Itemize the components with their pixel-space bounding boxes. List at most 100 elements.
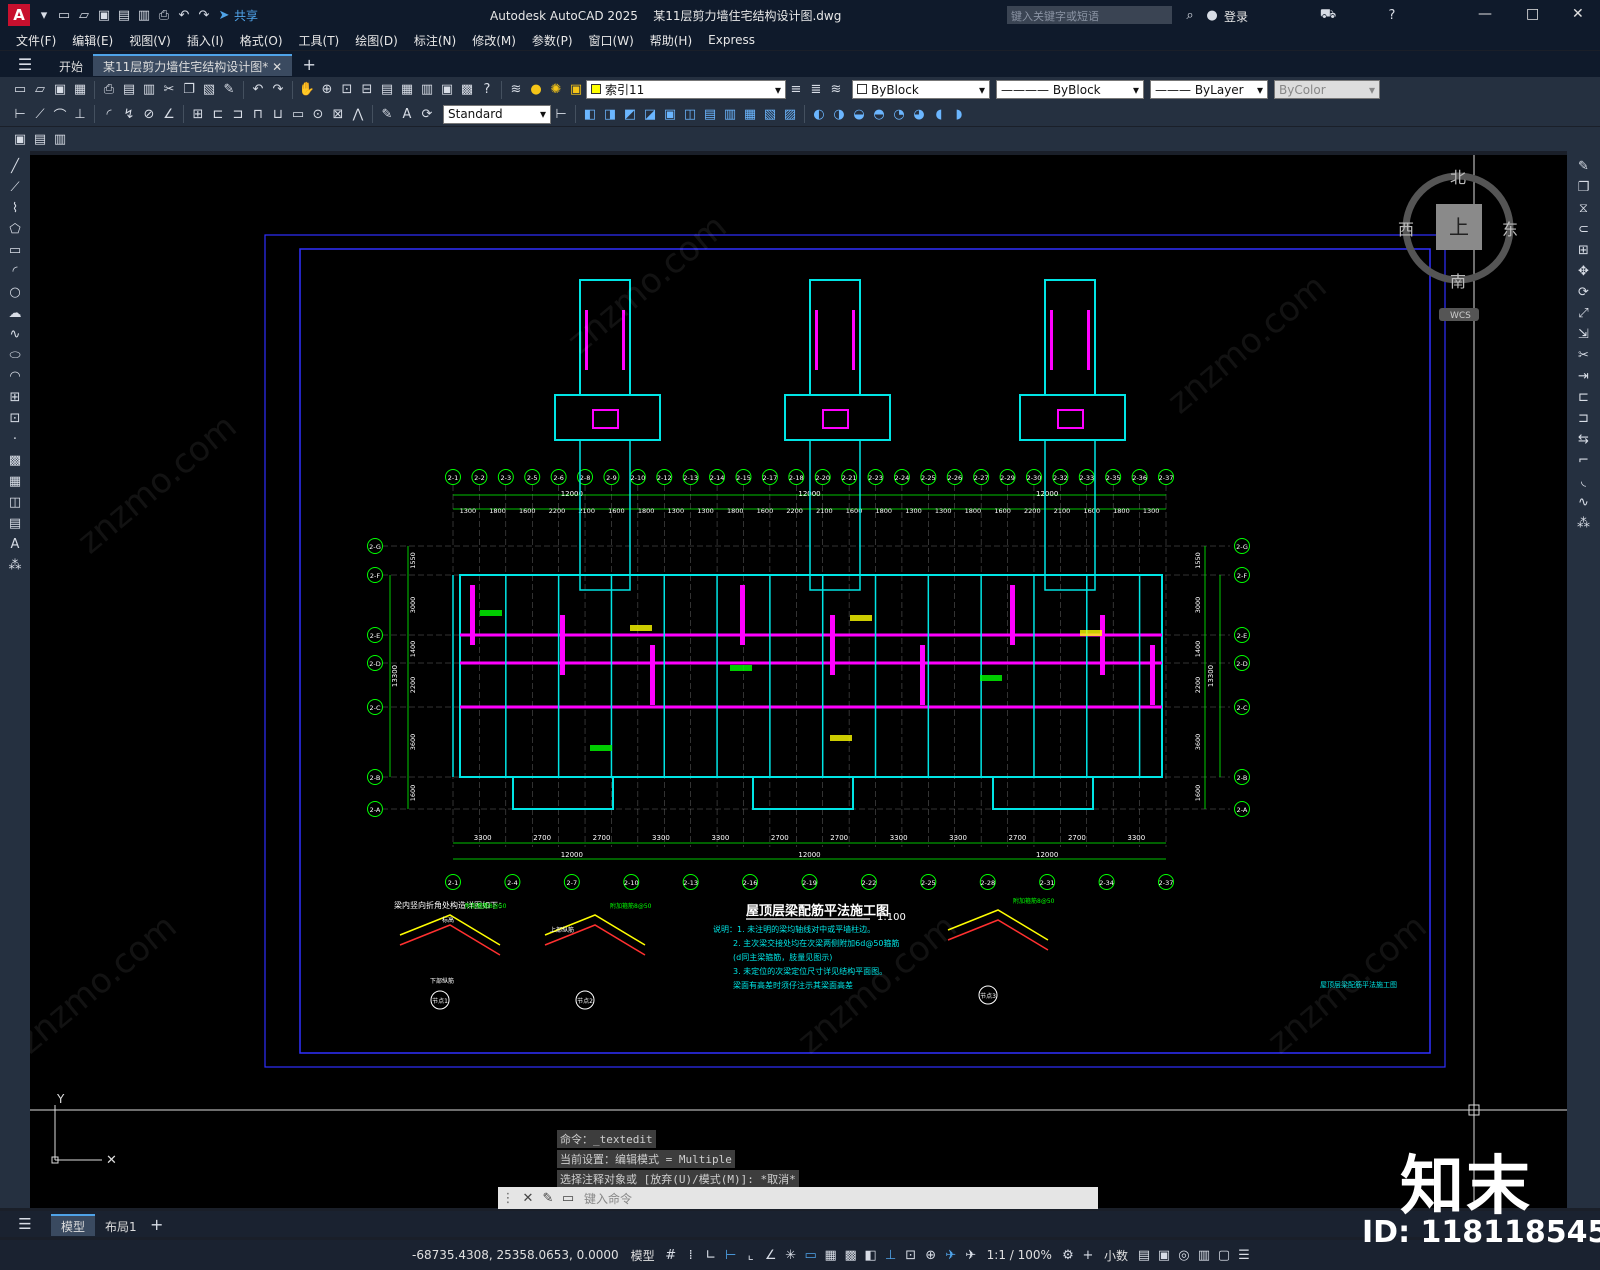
region-icon[interactable]: ◫ bbox=[6, 493, 24, 511]
extrude-faces-icon[interactable]: ◓ bbox=[870, 105, 888, 123]
annotation-visibility-icon[interactable]: ✈ bbox=[942, 1246, 960, 1264]
linear-dim-icon[interactable]: ⊢ bbox=[11, 105, 29, 123]
array-icon[interactable]: ⊞ bbox=[1575, 241, 1593, 259]
tab-layout1[interactable]: 布局1 bbox=[95, 1214, 147, 1236]
menu-file[interactable]: 文件(F) bbox=[8, 32, 64, 49]
quick-dim-icon[interactable]: ⊞ bbox=[189, 105, 207, 123]
redo-icon[interactable]: ↷ bbox=[195, 6, 213, 24]
save-icon[interactable]: ▣ bbox=[51, 81, 69, 99]
workspace-gear-icon[interactable]: ⚙ bbox=[1059, 1246, 1077, 1264]
trim-icon[interactable]: ✂ bbox=[1575, 346, 1593, 364]
calculator-icon[interactable]: ▩ bbox=[458, 81, 476, 99]
properties-icon[interactable]: ▤ bbox=[378, 81, 396, 99]
copy-icon[interactable]: ❐ bbox=[1575, 178, 1593, 196]
layout-menu-icon[interactable]: ☰ bbox=[16, 1215, 34, 1233]
mirror-icon[interactable]: ⧖ bbox=[1575, 199, 1593, 217]
slice-icon[interactable]: ▦ bbox=[741, 105, 759, 123]
arc-icon[interactable]: ◜ bbox=[6, 262, 24, 280]
grid-icon[interactable]: # bbox=[662, 1246, 680, 1264]
tab-drawing[interactable]: 某11层剪力墙住宅结构设计图* ✕ bbox=[93, 54, 293, 76]
rotate-icon[interactable]: ⟳ bbox=[1575, 283, 1593, 301]
dimtedit-icon[interactable]: A bbox=[398, 105, 416, 123]
user-icon[interactable]: ● bbox=[1203, 6, 1221, 24]
linetype-dropdown[interactable]: ———— ByBlock ▾ bbox=[996, 80, 1144, 99]
menu-dimension[interactable]: 标注(N) bbox=[406, 32, 464, 49]
coordinates[interactable]: -68735.4308, 25358.0653, 0.0000 bbox=[412, 1248, 619, 1262]
open-file-icon[interactable]: ▱ bbox=[75, 6, 93, 24]
designcenter-icon[interactable]: ▦ bbox=[398, 81, 416, 99]
angular-icon[interactable]: ∠ bbox=[160, 105, 178, 123]
intersect-icon[interactable]: ◒ bbox=[850, 105, 868, 123]
close-icon[interactable]: ✕ bbox=[1572, 6, 1584, 22]
break-icon[interactable]: ⊔ bbox=[269, 105, 287, 123]
new-layout-icon[interactable]: ▣ bbox=[11, 130, 29, 148]
explode-icon[interactable]: ⁂ bbox=[1575, 514, 1593, 532]
search-input[interactable]: 键入关键字或短语 bbox=[1007, 6, 1172, 24]
snap-icon[interactable]: ⁞ bbox=[682, 1246, 700, 1264]
circle-icon[interactable]: ○ bbox=[6, 283, 24, 301]
drawing-canvas[interactable]: 2-1 2-2 2-3 2-5 2-6 2-8 2-9 2-10 2-12 2-13 2-14 2-1… bbox=[30, 155, 1567, 1208]
bulb-icon[interactable]: ● bbox=[527, 81, 545, 99]
polyline-icon[interactable]: ⌇ bbox=[6, 199, 24, 217]
new-file-icon[interactable]: ▭ bbox=[55, 6, 73, 24]
maximize-icon[interactable]: □ bbox=[1526, 6, 1539, 22]
space-icon[interactable]: ⊓ bbox=[249, 105, 267, 123]
jogged-icon[interactable]: ↯ bbox=[120, 105, 138, 123]
tab-start[interactable]: 开始 bbox=[49, 54, 93, 76]
gizmo-icon[interactable]: ⊕ bbox=[922, 1246, 940, 1264]
save-icon[interactable]: ▣ bbox=[95, 6, 113, 24]
menu-format[interactable]: 格式(O) bbox=[232, 32, 291, 49]
ellipse-arc-icon[interactable]: ◠ bbox=[6, 367, 24, 385]
quick-properties-icon[interactable]: ▤ bbox=[1135, 1246, 1153, 1264]
hardware-accel-icon[interactable]: ▥ bbox=[1195, 1246, 1213, 1264]
extrude-icon[interactable]: ▤ bbox=[701, 105, 719, 123]
rectangle-icon[interactable]: ▭ bbox=[6, 241, 24, 259]
open-icon[interactable]: ▱ bbox=[31, 81, 49, 99]
stretch-icon[interactable]: ⇲ bbox=[1575, 325, 1593, 343]
menu-edit[interactable]: 编辑(E) bbox=[64, 32, 121, 49]
extend-icon[interactable]: ⇥ bbox=[1575, 367, 1593, 385]
zoom-window-icon[interactable]: ⊡ bbox=[338, 81, 356, 99]
break-at-point-icon[interactable]: ⊏ bbox=[1575, 388, 1593, 406]
auto-scale-icon[interactable]: ✈ bbox=[962, 1246, 980, 1264]
copy-icon[interactable]: ❐ bbox=[180, 81, 198, 99]
dropdown-arrow-icon[interactable]: ▾ bbox=[35, 6, 53, 24]
line-icon[interactable]: ╱ bbox=[6, 157, 24, 175]
layout-template-icon[interactable]: ▤ bbox=[31, 130, 49, 148]
move-icon[interactable]: ✥ bbox=[1575, 262, 1593, 280]
dimedit-icon[interactable]: ✎ bbox=[378, 105, 396, 123]
new-icon[interactable]: ▭ bbox=[11, 81, 29, 99]
ellipse-icon[interactable]: ⬭ bbox=[6, 346, 24, 364]
menu-view[interactable]: 视图(V) bbox=[121, 32, 179, 49]
menu-help[interactable]: 帮助(H) bbox=[642, 32, 700, 49]
customize-icon[interactable]: ✎ bbox=[539, 1189, 557, 1207]
menu-tools[interactable]: 工具(T) bbox=[291, 32, 348, 49]
tab-model[interactable]: 模型 bbox=[51, 1214, 96, 1236]
solid-sphere-icon[interactable]: ◪ bbox=[641, 105, 659, 123]
solid-cone-icon[interactable]: ◩ bbox=[621, 105, 639, 123]
search-icon[interactable]: ⌕ bbox=[1181, 6, 1199, 24]
subtract-icon[interactable]: ◑ bbox=[830, 105, 848, 123]
solid-torus-icon[interactable]: ◫ bbox=[681, 105, 699, 123]
cart-icon[interactable]: ⛟ bbox=[1319, 6, 1337, 24]
hamburger-menu-icon[interactable]: ☰ bbox=[16, 55, 34, 74]
clean-screen-icon[interactable]: ▢ bbox=[1215, 1246, 1233, 1264]
offset-icon[interactable]: ⊂ bbox=[1575, 220, 1593, 238]
tolerance-icon[interactable]: ▭ bbox=[289, 105, 307, 123]
matchprop-icon[interactable]: ✎ bbox=[220, 81, 238, 99]
plot-icon[interactable]: ⎙ bbox=[100, 81, 118, 99]
erase-icon[interactable]: ✎ bbox=[1575, 157, 1593, 175]
add-layout-icon[interactable]: + bbox=[148, 1215, 166, 1234]
toolpalette-icon[interactable]: ▥ bbox=[418, 81, 436, 99]
command-input[interactable]: 键入命令 bbox=[584, 1190, 632, 1207]
minimize-icon[interactable]: — bbox=[1478, 6, 1492, 22]
chamfer-icon[interactable]: ⌐ bbox=[1575, 451, 1593, 469]
help-icon[interactable]: ? bbox=[478, 81, 496, 99]
selection-filter-icon[interactable]: ⊡ bbox=[902, 1246, 920, 1264]
break-icon[interactable]: ⊐ bbox=[1575, 409, 1593, 427]
save-as-icon[interactable]: ▤ bbox=[115, 6, 133, 24]
polar-icon[interactable]: ⊢ bbox=[722, 1246, 740, 1264]
menu-insert[interactable]: 插入(I) bbox=[179, 32, 232, 49]
ordinate-icon[interactable]: ⊥ bbox=[71, 105, 89, 123]
sheetset-icon[interactable]: ▦ bbox=[71, 81, 89, 99]
